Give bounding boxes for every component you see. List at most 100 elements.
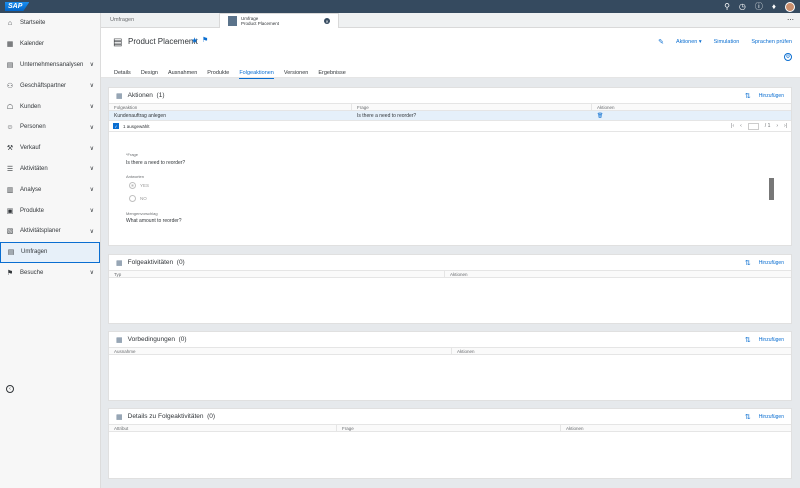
scrollbar[interactable] bbox=[769, 178, 774, 200]
qty-value: What amount to reorder? bbox=[126, 218, 182, 224]
tab-produkte[interactable]: Produkte bbox=[207, 70, 229, 79]
collapse-nav-icon[interactable]: ‹ bbox=[6, 385, 14, 393]
partner-icon: ⚇ bbox=[6, 82, 14, 90]
col-frage: Frage bbox=[337, 425, 561, 431]
gear-icon[interactable]: ⚙ bbox=[784, 53, 792, 61]
sidebar-item-produkte[interactable]: ▣ Produkte ∨ bbox=[0, 200, 100, 221]
prev-page-icon[interactable]: ‹ bbox=[740, 123, 742, 129]
sidebar-item-personen[interactable]: ☺ Personen ∨ bbox=[0, 117, 100, 138]
sidebar-item-umfragen[interactable]: ▤ Umfragen bbox=[0, 241, 100, 263]
chevron-down-icon[interactable]: ∨ bbox=[90, 186, 94, 193]
actions-title: Aktionen bbox=[127, 92, 153, 99]
sidebar-item-besuche[interactable]: ⚑ Besuche ∨ bbox=[0, 263, 100, 284]
col-frage: Frage bbox=[352, 104, 592, 110]
chevron-down-icon[interactable]: ∨ bbox=[90, 207, 94, 214]
sort-icon[interactable]: ⇅ bbox=[745, 413, 751, 421]
chevron-down-icon[interactable]: ∨ bbox=[90, 145, 94, 152]
product-icon: ▣ bbox=[6, 207, 14, 215]
tab-ergebnisse[interactable]: Ergebnisse bbox=[318, 70, 346, 79]
more-icon[interactable]: ⋯ bbox=[787, 16, 794, 24]
pager: |‹ ‹ / 1 › ›| bbox=[731, 122, 787, 130]
search-icon[interactable]: ⚲ bbox=[724, 2, 730, 11]
tab-details[interactable]: Details bbox=[114, 70, 131, 79]
add-button[interactable]: Hinzufügen bbox=[759, 260, 784, 266]
avatar[interactable] bbox=[785, 1, 795, 12]
calendar-icon: ▦ bbox=[6, 41, 14, 49]
check-languages-button[interactable]: Sprachen prüfen bbox=[751, 39, 792, 45]
tab-folgeaktionen[interactable]: Folgeaktionen bbox=[239, 70, 274, 79]
actions-menu[interactable]: Aktionen ▾ bbox=[676, 39, 702, 45]
preconditions-panel: ▦ Vorbedingungen (0) ⇅ Hinzufügen Ausnah… bbox=[108, 331, 792, 401]
chevron-down-icon[interactable]: ∨ bbox=[90, 103, 94, 110]
table-header: Attribut Frage Aktionen bbox=[109, 424, 791, 432]
chevron-down-icon[interactable]: ∨ bbox=[90, 165, 94, 172]
tab-product-placement[interactable]: Umfrage Product Placement ✕ bbox=[219, 13, 339, 28]
sidebar-item-analyse[interactable]: ▥ Analyse ∨ bbox=[0, 179, 100, 200]
chevron-down-icon[interactable]: ∨ bbox=[90, 269, 94, 276]
sort-icon[interactable]: ⇅ bbox=[745, 92, 751, 100]
history-icon[interactable]: ◷ bbox=[739, 2, 746, 11]
next-page-icon[interactable]: › bbox=[776, 123, 778, 129]
chevron-down-icon[interactable]: ∨ bbox=[90, 82, 94, 89]
sidebar-item-aktivitäten[interactable]: ☰ Aktivitäten ∨ bbox=[0, 159, 100, 180]
cell-folgeaktion: Kundenauftrag anlegen bbox=[114, 113, 166, 119]
last-page-icon[interactable]: ›| bbox=[784, 123, 787, 129]
radio-yes[interactable]: YES bbox=[129, 182, 149, 189]
table-icon: ▦ bbox=[116, 92, 123, 100]
sort-icon[interactable]: ⇅ bbox=[745, 259, 751, 267]
tab-ausnahmen[interactable]: Ausnahmen bbox=[168, 70, 197, 79]
tab-bar: Umfragen Umfrage Product Placement ✕ ⋯ bbox=[101, 13, 800, 28]
sidebar-item-geschäftspartner[interactable]: ⚇ Geschäftspartner ∨ bbox=[0, 75, 100, 96]
tab-umfragen[interactable]: Umfragen bbox=[110, 17, 134, 23]
close-tab-icon[interactable]: ✕ bbox=[324, 18, 330, 24]
help-icon[interactable]: ⓘ bbox=[755, 2, 763, 11]
sort-icon[interactable]: ⇅ bbox=[745, 336, 751, 344]
simulation-button[interactable]: Simulation bbox=[714, 39, 740, 45]
chevron-down-icon[interactable]: ∨ bbox=[90, 61, 94, 68]
table-row[interactable]: Kundenauftrag anlegen Is there a need to… bbox=[109, 111, 791, 121]
sidebar-item-kunden[interactable]: ☖ Kunden ∨ bbox=[0, 96, 100, 117]
table-icon: ▦ bbox=[116, 413, 123, 421]
sidebar-item-label: Startseite bbox=[20, 20, 46, 27]
sidebar-item-kalender[interactable]: ▦ Kalender bbox=[0, 34, 100, 55]
selection-bar: ✓ 1 ausgewählt |‹ ‹ / 1 › ›| bbox=[109, 121, 791, 132]
panel-title: Details zu Folgeaktivitäten (0) bbox=[128, 413, 745, 420]
first-page-icon[interactable]: |‹ bbox=[731, 123, 734, 129]
tab-versionen[interactable]: Versionen bbox=[284, 70, 308, 79]
checkbox-icon[interactable]: ✓ bbox=[113, 123, 119, 129]
sidebar-nav: ⌂ Startseite ▦ Kalender ▤ Unternehmensanalyse… bbox=[0, 13, 101, 488]
page-input[interactable] bbox=[747, 122, 759, 130]
chevron-down-icon[interactable]: ∨ bbox=[90, 228, 94, 235]
radio-no-label: NO bbox=[140, 196, 147, 201]
question-label: *Frage bbox=[126, 152, 139, 157]
col-attribut: Attribut bbox=[109, 425, 337, 431]
sidebar-item-label: Verkauf bbox=[20, 145, 41, 152]
detail-form: *Frage Is there a need to reorder? Antwo… bbox=[109, 132, 791, 242]
home-icon: ⌂ bbox=[7, 19, 13, 27]
chevron-down-icon[interactable]: ∨ bbox=[90, 124, 94, 131]
survey-icon: ▤ bbox=[7, 249, 15, 257]
sidebar-item-verkauf[interactable]: ⚒ Verkauf ∨ bbox=[0, 138, 100, 159]
sidebar-item-startseite[interactable]: ⌂ Startseite bbox=[0, 13, 100, 34]
sidebar-item-aktivitätsplaner[interactable]: ▧ Aktivitätsplaner ∨ bbox=[0, 221, 100, 242]
sap-logo[interactable]: SAP bbox=[5, 2, 30, 11]
col-typ: Typ bbox=[109, 271, 445, 277]
col-ausnahme: Ausnahme bbox=[109, 348, 452, 354]
edit-pencil-icon[interactable]: ✎ bbox=[658, 38, 664, 46]
tab-design[interactable]: Design bbox=[141, 70, 158, 79]
flag-icon[interactable]: ⚑ bbox=[202, 36, 208, 44]
details-title: Details zu Folgeaktivitäten bbox=[127, 413, 204, 420]
favorite-star-icon[interactable]: ★ bbox=[191, 36, 198, 45]
sidebar-item-label: Umfragen bbox=[21, 249, 48, 256]
delete-icon[interactable]: 🗑 bbox=[592, 111, 791, 120]
document-icon bbox=[228, 16, 237, 26]
radio-no[interactable]: NO bbox=[129, 195, 147, 202]
add-button[interactable]: Hinzufügen bbox=[759, 414, 784, 420]
follow-details-panel: ▦ Details zu Folgeaktivitäten (0) ⇅ Hinz… bbox=[108, 408, 792, 479]
visit-icon: ⚑ bbox=[6, 269, 14, 277]
add-button[interactable]: Hinzufügen bbox=[759, 93, 784, 99]
sidebar-item-unternehmensanalysen[interactable]: ▤ Unternehmensanalysen ∨ bbox=[0, 55, 100, 76]
analytics-icon: ▤ bbox=[6, 61, 14, 69]
bell-icon[interactable]: ♦ bbox=[772, 2, 776, 11]
add-button[interactable]: Hinzufügen bbox=[759, 337, 784, 343]
